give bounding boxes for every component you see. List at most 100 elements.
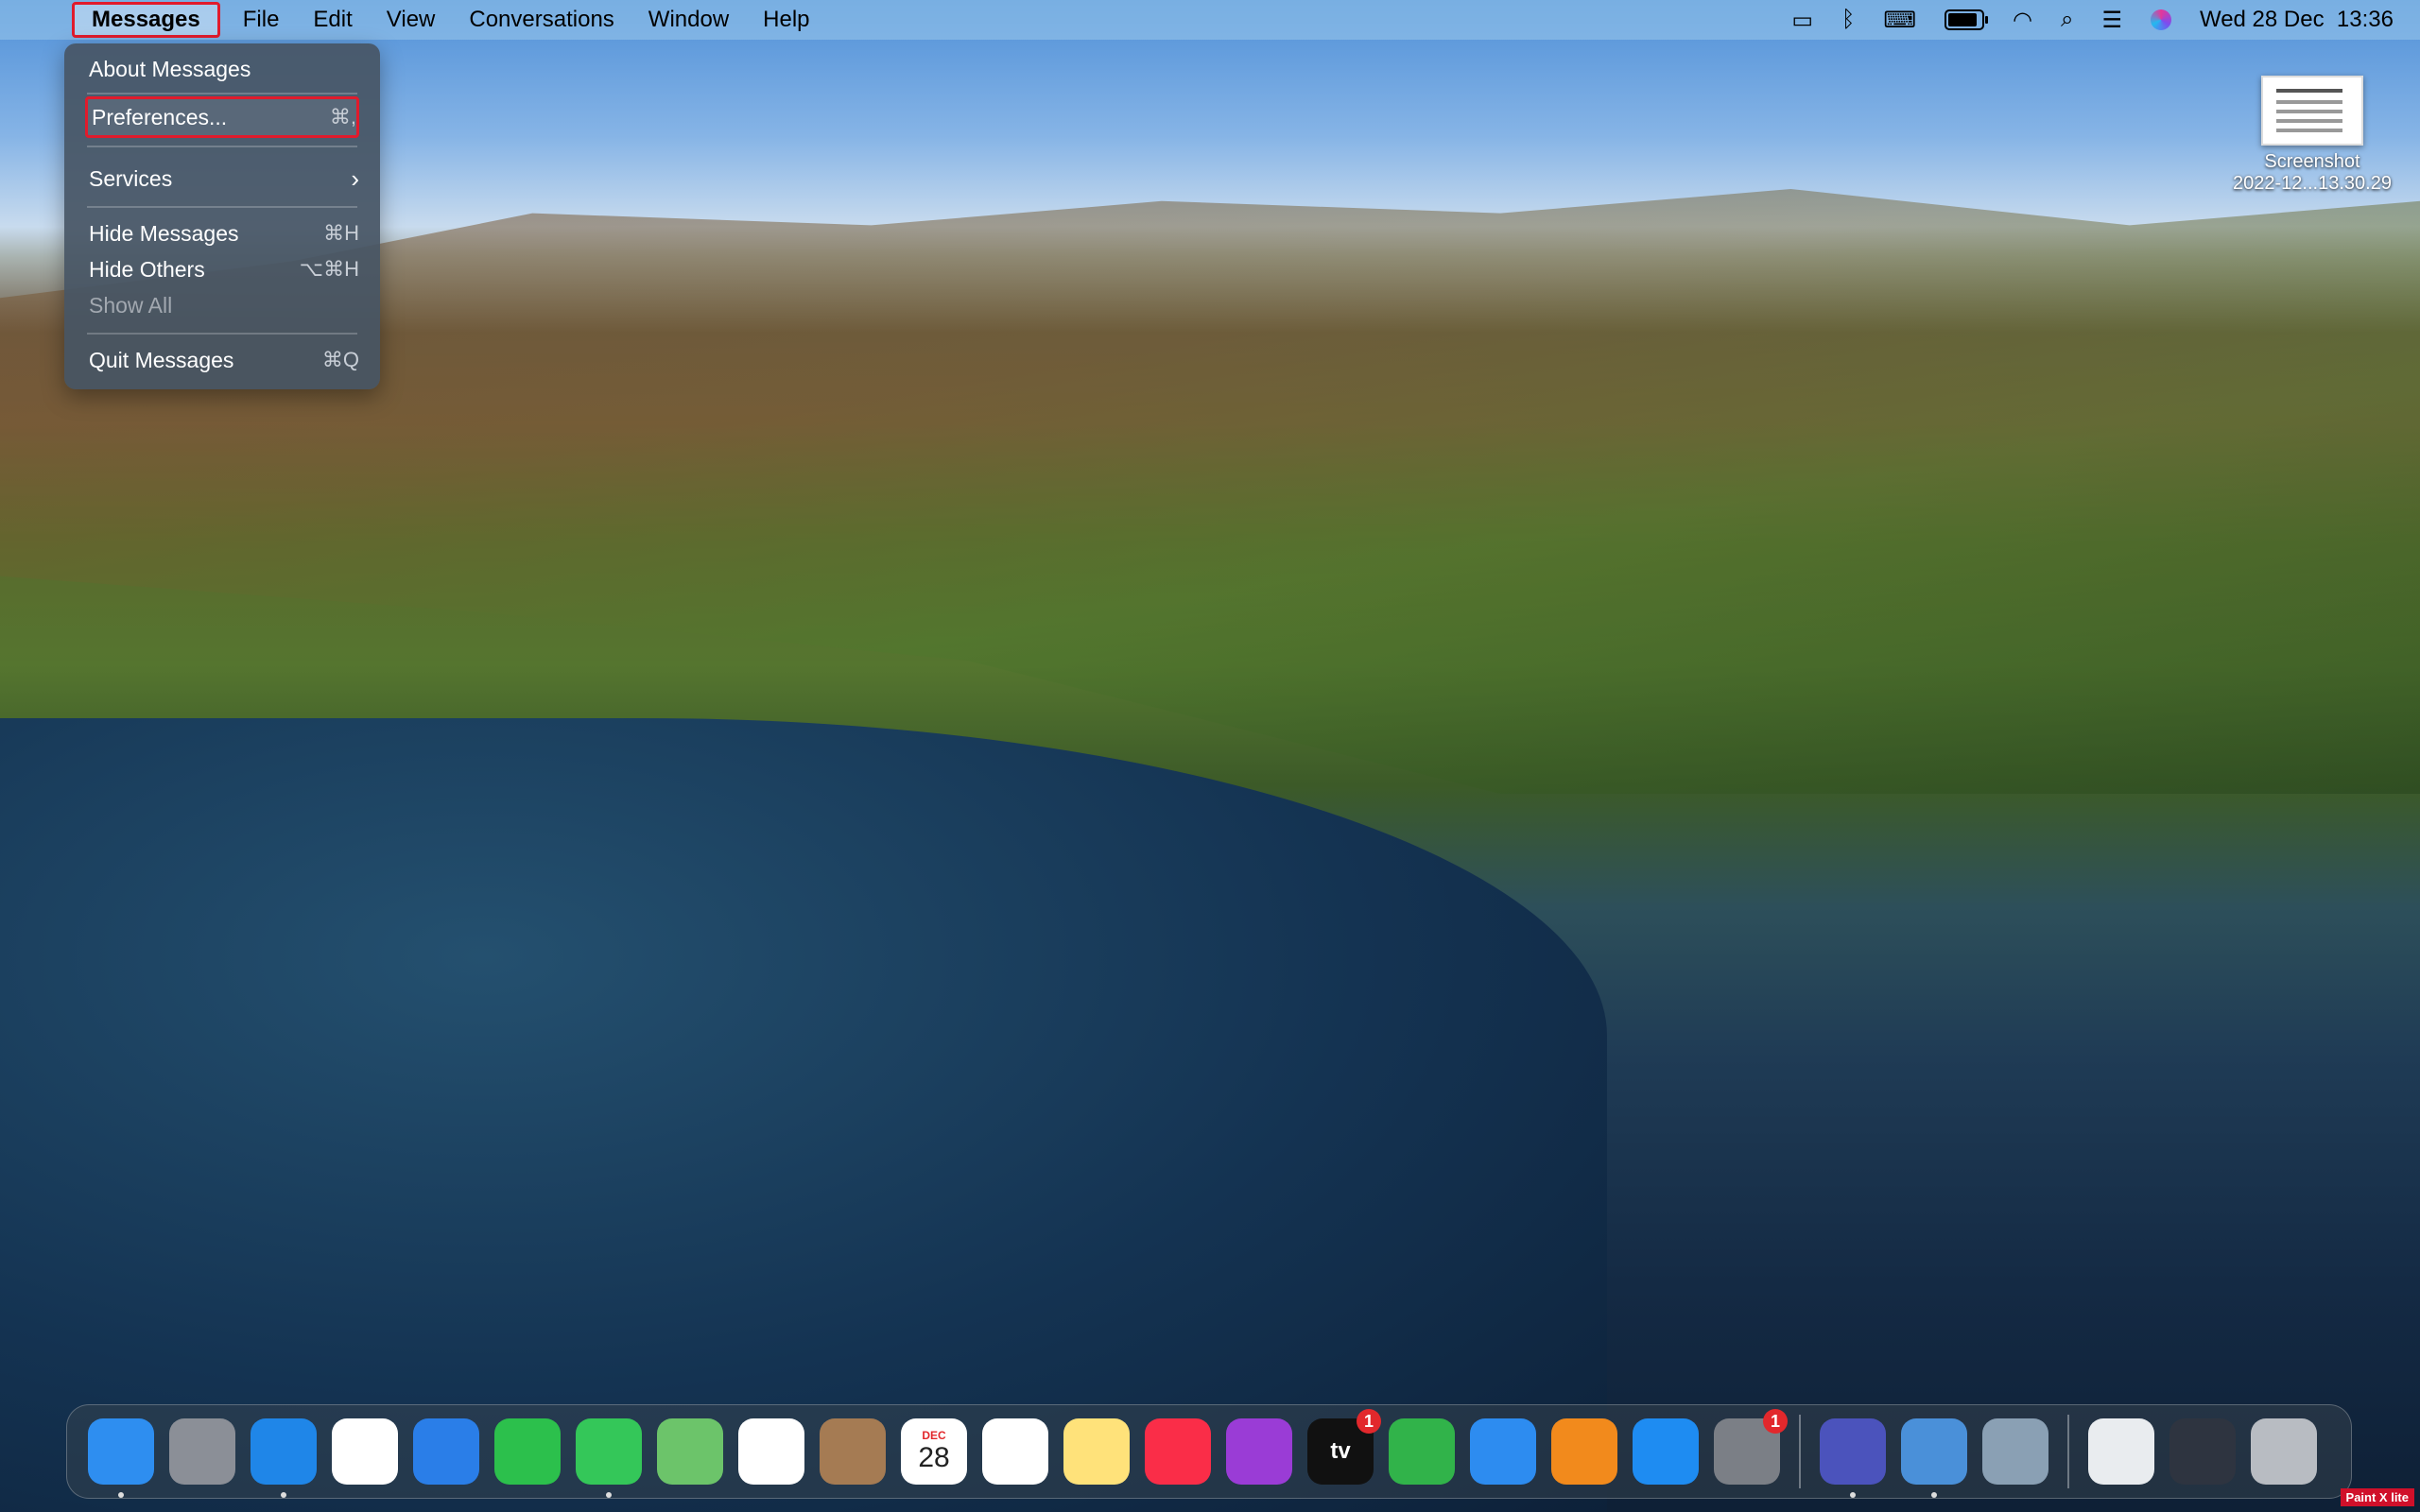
reminders-icon <box>982 1418 1048 1485</box>
dock-app-teams[interactable] <box>1820 1418 1886 1498</box>
dock-app-keynote[interactable] <box>1470 1418 1536 1485</box>
mail-icon <box>413 1418 479 1485</box>
menu-separator <box>87 206 357 208</box>
shortcut-label: ⌘H <box>323 221 359 245</box>
maps-icon <box>657 1418 723 1485</box>
desktop-file-screenshot[interactable]: Screenshot 2022-12...13.30.29 <box>2218 76 2407 195</box>
menu-separator <box>87 333 357 335</box>
dock-app-safari[interactable] <box>251 1418 317 1498</box>
wifi-icon[interactable]: ◠ <box>2013 7 2032 34</box>
dock-app-document-stack[interactable] <box>2088 1418 2154 1485</box>
dock-app-launchpad[interactable] <box>169 1418 235 1485</box>
dock: DEC 28 tv 1 1 <box>66 1404 2352 1499</box>
menu-item-show-all: Show All <box>85 287 359 323</box>
display-icon[interactable]: ▭ <box>1791 7 1813 34</box>
menu-item-label: About Messages <box>89 56 251 81</box>
calendar-icon: DEC 28 <box>901 1418 967 1485</box>
menu-help[interactable]: Help <box>746 0 826 40</box>
calendar-day: 28 <box>918 1442 950 1473</box>
dock-app-mail[interactable] <box>413 1418 479 1485</box>
dock-app-numbers[interactable] <box>1389 1418 1455 1485</box>
numbers-icon <box>1389 1418 1455 1485</box>
document-stack-icon <box>2088 1418 2154 1485</box>
messages-menu-dropdown: About Messages Preferences... ⌘, Service… <box>64 43 380 389</box>
dock-app-reminders[interactable] <box>982 1418 1048 1485</box>
file-thumbnail-icon <box>2261 76 2363 146</box>
menu-item-label: Hide Others <box>89 256 205 282</box>
menu-edit[interactable]: Edit <box>296 0 369 40</box>
bluetooth-icon[interactable]: ᛒ <box>1841 7 1855 33</box>
siri-icon[interactable] <box>2150 9 2171 30</box>
tv-label: tv <box>1330 1438 1351 1464</box>
dock-app-window-stack[interactable] <box>2169 1418 2236 1485</box>
menu-item-label: Services <box>89 165 173 191</box>
menu-item-hide-messages[interactable]: Hide Messages ⌘H <box>85 215 359 251</box>
dock-app-pages[interactable] <box>1551 1418 1617 1485</box>
menu-separator <box>87 93 357 94</box>
photos-icon <box>738 1418 804 1485</box>
menu-window[interactable]: Window <box>631 0 746 40</box>
wallpaper-sea <box>0 718 1607 1512</box>
keynote-icon <box>1470 1418 1536 1485</box>
search-icon[interactable]: ⌕ <box>2061 7 2073 33</box>
running-indicator <box>1850 1492 1856 1498</box>
window-stack-icon <box>2169 1418 2236 1485</box>
menu-item-hide-others[interactable]: Hide Others ⌥⌘H <box>85 251 359 287</box>
dock-app-contacts[interactable] <box>820 1418 886 1485</box>
dock-app-maps[interactable] <box>657 1418 723 1485</box>
dock-separator <box>2067 1415 2069 1488</box>
running-indicator <box>606 1492 612 1498</box>
dock-app-system-preferences[interactable]: 1 <box>1714 1409 1788 1485</box>
chevron-right-icon: › <box>351 163 359 193</box>
menu-item-label: Hide Messages <box>89 220 239 246</box>
menu-item-quit[interactable]: Quit Messages ⌘Q <box>85 342 359 378</box>
menu-item-label: Preferences... <box>92 104 228 129</box>
calendar-month: DEC <box>922 1429 946 1442</box>
dock-app-photos[interactable] <box>738 1418 804 1485</box>
preview-icon <box>1901 1418 1967 1485</box>
file-name-line2: 2022-12...13.30.29 <box>2233 173 2392 194</box>
dock-app-preview[interactable] <box>1901 1418 1967 1498</box>
menu-conversations[interactable]: Conversations <box>452 0 631 40</box>
shortcut-label: ⌘, <box>329 105 356 129</box>
dock-app-finder[interactable] <box>88 1418 154 1498</box>
dock-app-image-capture[interactable] <box>1982 1418 2048 1485</box>
menu-item-preferences[interactable]: Preferences... ⌘, <box>85 96 359 138</box>
dock-app-tv[interactable]: tv 1 <box>1307 1409 1381 1485</box>
menu-item-label: Show All <box>89 292 173 318</box>
menu-item-about[interactable]: About Messages <box>85 51 359 87</box>
menu-bar: Messages File Edit View Conversations Wi… <box>0 0 2420 40</box>
menu-item-label: Quit Messages <box>89 347 234 372</box>
control-center-icon[interactable]: ☰ <box>2101 7 2122 34</box>
messages-icon <box>576 1418 642 1485</box>
clock[interactable]: Wed 28 Dec 13:36 <box>2200 7 2394 33</box>
menu-separator <box>87 146 357 147</box>
dock-app-trash[interactable] <box>2251 1418 2317 1485</box>
finder-icon <box>88 1418 154 1485</box>
dock-app-chrome[interactable] <box>332 1418 398 1485</box>
dock-separator <box>1799 1415 1801 1488</box>
menu-file[interactable]: File <box>226 0 297 40</box>
menu-messages[interactable]: Messages <box>72 2 220 38</box>
app-store-icon <box>1633 1418 1699 1485</box>
music-icon <box>1145 1418 1211 1485</box>
notification-badge: 1 <box>1357 1409 1381 1434</box>
keyboard-input-icon[interactable]: ⌨ <box>1883 7 1916 34</box>
dock-app-messages[interactable] <box>576 1418 642 1498</box>
dock-app-music[interactable] <box>1145 1418 1211 1485</box>
trash-icon <box>2251 1418 2317 1485</box>
dock-app-app-store[interactable] <box>1633 1418 1699 1485</box>
watermark: Paint X lite <box>2340 1488 2414 1506</box>
dock-app-calendar[interactable]: DEC 28 <box>901 1418 967 1485</box>
menu-view[interactable]: View <box>370 0 453 40</box>
dock-app-notes[interactable] <box>1063 1418 1130 1485</box>
launchpad-icon <box>169 1418 235 1485</box>
menu-item-services[interactable]: Services › <box>85 161 359 197</box>
running-indicator <box>281 1492 286 1498</box>
safari-icon <box>251 1418 317 1485</box>
pages-icon <box>1551 1418 1617 1485</box>
shortcut-label: ⌥⌘H <box>299 257 359 281</box>
dock-app-facetime[interactable] <box>494 1418 561 1485</box>
battery-icon[interactable] <box>1945 9 1989 30</box>
dock-app-podcasts[interactable] <box>1226 1418 1292 1485</box>
